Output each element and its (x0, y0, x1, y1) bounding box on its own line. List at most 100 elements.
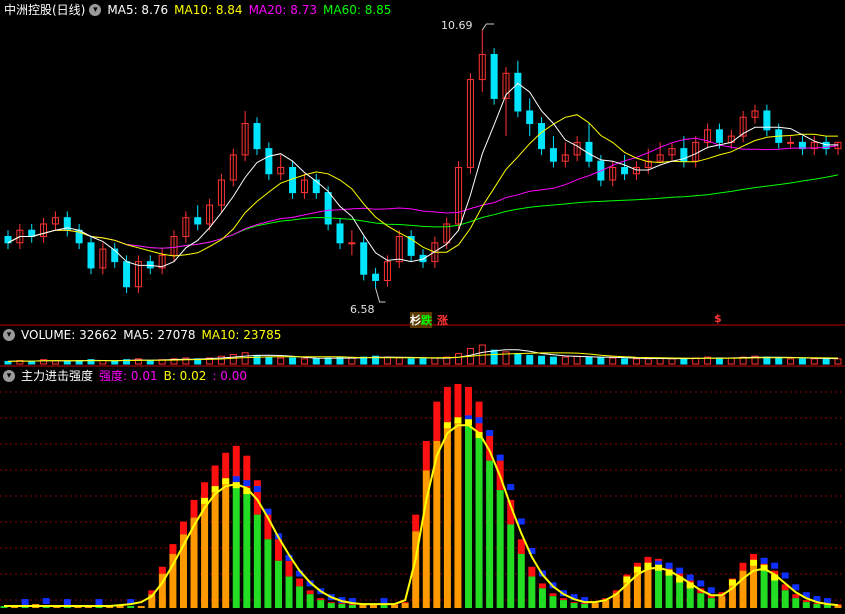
candle-body (87, 242, 95, 269)
volume-bar (395, 357, 403, 365)
strength-bar-yellow (443, 422, 451, 429)
signal-tag-shan: 杉 (410, 312, 421, 328)
strength-bar-red (222, 452, 230, 483)
volume-bar (526, 354, 534, 365)
ma20-label: MA20: 8.73 (248, 3, 317, 17)
strength-bar-red (327, 602, 335, 604)
volume-ma10-label: MA10: 23785 (201, 328, 282, 342)
strength-bar (274, 560, 282, 608)
strength-bar-blue (686, 574, 694, 581)
strength-bar (348, 605, 356, 608)
volume-bar (787, 358, 795, 365)
candle-body (372, 273, 380, 281)
strength-bar-blue (517, 518, 525, 525)
volume-bar (727, 357, 735, 365)
signal-tag-die: 跌 (421, 312, 432, 328)
strength-bar-red (433, 401, 441, 441)
stock-title: 中洲控股(日线) (4, 3, 86, 17)
strength-bar-yellow (633, 566, 641, 573)
strength-bar-red (285, 560, 293, 577)
high-price-label: 10.69 (441, 19, 473, 32)
strength-bar-red (190, 499, 198, 518)
strength-bar (528, 576, 536, 608)
strength-bar-red (792, 594, 800, 599)
candle-body (265, 148, 273, 175)
strength-bar-blue (21, 599, 29, 606)
chevron-down-icon[interactable]: ▾ (3, 370, 15, 382)
strength-bar (560, 600, 568, 608)
strength-bar (486, 460, 494, 608)
strength-bar (475, 436, 483, 608)
ma10-label: MA10: 8.84 (174, 3, 243, 17)
strength-bar-blue (781, 572, 789, 579)
volume-legend: ▾ VOLUME: 32662 MA5: 27078 MA10: 23785 (0, 326, 287, 344)
volume-bar (585, 356, 593, 365)
strength-bar-red (296, 578, 304, 587)
strength-bar-red (802, 600, 810, 603)
strength-bar-red (549, 593, 557, 597)
strength-bar-blue (697, 580, 705, 587)
strength-bar-blue (475, 417, 483, 424)
strength-bar (707, 598, 715, 608)
strength-bar-blue (63, 599, 71, 606)
strength-bar-red (338, 603, 346, 605)
volume-bar (834, 358, 842, 365)
strength-bar-blue (232, 476, 240, 483)
volume-bar (538, 355, 546, 365)
candle-body (123, 261, 131, 288)
strength-bar-red (317, 598, 325, 601)
candle-body (715, 129, 723, 143)
candle-body (787, 141, 795, 144)
strength-bar (211, 490, 219, 608)
volume-bar (455, 353, 463, 365)
strength-bar-blue (243, 480, 251, 487)
volume-bar (63, 360, 71, 365)
chevron-down-icon[interactable]: ▾ (89, 4, 102, 16)
strength-label: 强度: 0.01 (99, 369, 158, 383)
strength-bar-blue (507, 484, 515, 491)
volume-bar (621, 358, 629, 365)
volume-bar (490, 349, 498, 365)
low-pointer (375, 287, 386, 303)
strength-bar-yellow (750, 559, 758, 566)
strength-bar (253, 514, 261, 608)
strength-bar-red (570, 602, 578, 604)
volume-bar (775, 357, 783, 365)
strength-bar (454, 421, 462, 608)
strength-bar-red (538, 583, 546, 589)
strength-bar (760, 568, 768, 608)
chevron-down-icon[interactable]: ▾ (3, 329, 15, 341)
strength-bar-yellow (728, 579, 736, 586)
strength-bar-blue (486, 430, 494, 437)
strength-bar (665, 573, 673, 608)
strength-bar (538, 588, 546, 608)
volume-bar (668, 358, 676, 365)
volume-bar (146, 360, 154, 365)
volume-bar (289, 357, 297, 365)
strength-bar (401, 603, 409, 608)
strength-bar (222, 482, 230, 608)
strength-bar (644, 566, 652, 608)
indicator-legend: ▾ 主力进击强度 强度: 0.01 B: 0.02 : 0.00 (0, 367, 253, 385)
strength-bar (823, 605, 831, 608)
strength-bar-blue (253, 486, 261, 493)
strength-bar (296, 586, 304, 608)
volume-bar (549, 356, 557, 365)
ma20-line (7, 137, 839, 249)
strength-bar-red (454, 383, 462, 422)
volume-bar (431, 357, 439, 365)
strength-bar (802, 602, 810, 608)
strength-bar-blue (95, 599, 103, 606)
strength-bar (718, 596, 726, 608)
volume-bar (514, 353, 522, 365)
candle-body (538, 123, 546, 150)
candle-body (360, 242, 368, 275)
volume-bar (312, 358, 320, 365)
strength-bar-blue (496, 454, 504, 461)
strength-line (4, 424, 839, 607)
strength-bar (507, 524, 515, 608)
ma5-label: MA5: 8.76 (107, 3, 169, 17)
strength-bar (570, 603, 578, 608)
strength-bar-red (306, 590, 314, 595)
strength-bar (380, 605, 388, 608)
